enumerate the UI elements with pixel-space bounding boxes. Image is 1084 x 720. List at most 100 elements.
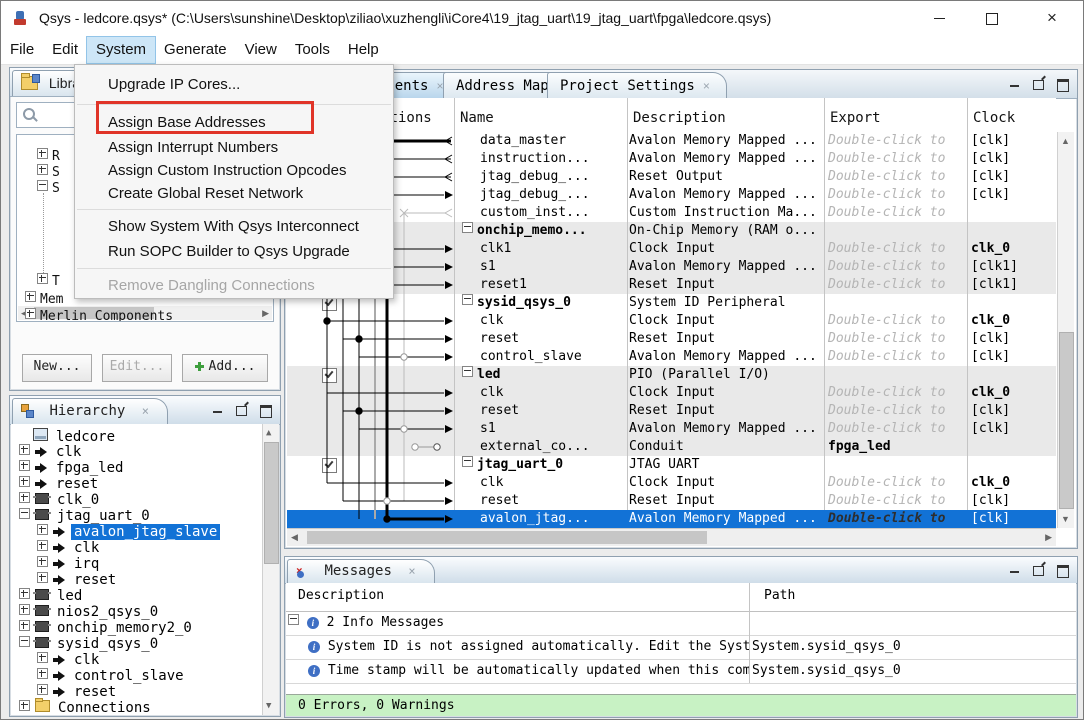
expand-icon[interactable] — [37, 148, 48, 159]
collapse-icon[interactable] — [462, 222, 473, 233]
expand-icon[interactable] — [19, 604, 30, 615]
menu-item-remove-dangling-connections[interactable]: Remove Dangling Connections — [75, 273, 393, 298]
column-header-description[interactable]: Description — [633, 110, 726, 126]
messages-column-description[interactable]: Description — [298, 588, 384, 603]
cell-clock[interactable]: [clk1] — [967, 258, 1056, 276]
cell-clock[interactable] — [967, 204, 1056, 222]
scroll-up-arrow[interactable]: ▲ — [1061, 134, 1070, 148]
collapse-icon[interactable] — [462, 366, 473, 377]
cell-export[interactable]: Double-click to — [824, 276, 969, 294]
close-icon[interactable]: × — [703, 79, 710, 93]
column-header-clock[interactable]: Clock — [973, 110, 1015, 126]
messages-tab[interactable]: Messages × — [287, 559, 435, 583]
scroll-right-arrow[interactable]: ▶ — [1045, 530, 1052, 544]
cell-clock[interactable] — [967, 222, 1056, 240]
hierarchy-item-control_slave[interactable]: control_slave — [37, 668, 187, 684]
cell-export[interactable] — [824, 222, 969, 240]
window-close-button[interactable]: × — [1029, 1, 1075, 35]
cell-clock[interactable]: clk_0 — [967, 240, 1056, 258]
collapse-icon[interactable] — [462, 456, 473, 467]
collapse-icon[interactable] — [19, 636, 30, 647]
column-header-name[interactable]: Name — [460, 110, 494, 126]
cell-export[interactable]: Double-click to — [824, 330, 969, 348]
library-tree-item[interactable]: T — [37, 273, 60, 289]
float-panel-icon[interactable] — [1033, 566, 1044, 576]
expand-icon[interactable] — [37, 652, 48, 663]
collapse-icon[interactable] — [462, 294, 473, 305]
hierarchy-item-jtag_uart_0[interactable]: jtag_uart_0 — [19, 508, 153, 524]
close-icon[interactable]: × — [142, 404, 149, 418]
cell-export[interactable] — [824, 456, 969, 474]
hierarchy-item-sysid_qsys_0[interactable]: sysid_qsys_0 — [19, 636, 161, 652]
window-maximize-button[interactable] — [969, 1, 1015, 35]
menubar-item-file[interactable]: File — [1, 37, 43, 63]
cell-export[interactable]: Double-click to — [824, 168, 969, 186]
minimize-panel-icon[interactable] — [1010, 571, 1019, 573]
float-panel-icon[interactable] — [236, 406, 247, 416]
library-tree-item[interactable]: R — [37, 148, 60, 164]
hierarchy-item-Connections[interactable]: Connections — [19, 700, 154, 715]
cell-clock[interactable]: [clk] — [967, 186, 1056, 204]
cell-clock[interactable]: clk_0 — [967, 474, 1056, 492]
tab-project-settings[interactable]: Project Settings× — [547, 72, 727, 98]
collapse-icon[interactable] — [19, 508, 30, 519]
float-panel-icon[interactable] — [1033, 80, 1044, 90]
window-minimize-button[interactable] — [916, 1, 962, 35]
cell-export[interactable]: Double-click to — [824, 510, 969, 528]
message-row[interactable]: i System ID is not assigned automaticall… — [286, 635, 1076, 660]
cell-export[interactable] — [824, 294, 969, 312]
expand-icon[interactable] — [19, 700, 30, 711]
expand-icon[interactable] — [19, 476, 30, 487]
contents-vertical-scrollbar[interactable]: ▲ ▼ — [1057, 132, 1074, 528]
add-button[interactable]: Add... — [182, 354, 268, 382]
maximize-panel-icon[interactable] — [1057, 79, 1069, 92]
cell-clock[interactable]: [clk] — [967, 150, 1056, 168]
hierarchy-item-nios2_qsys_0[interactable]: nios2_qsys_0 — [19, 604, 161, 620]
cell-clock[interactable]: [clk] — [967, 348, 1056, 366]
expand-icon[interactable] — [37, 668, 48, 679]
menubar-item-help[interactable]: Help — [339, 37, 388, 63]
cell-export[interactable]: Double-click to — [824, 186, 969, 204]
expand-icon[interactable] — [37, 556, 48, 567]
scroll-right-arrow[interactable]: ▶ — [262, 306, 269, 320]
cell-clock[interactable]: clk_0 — [967, 312, 1056, 330]
cell-clock[interactable]: [clk] — [967, 420, 1056, 438]
cell-clock[interactable]: [clk1] — [967, 276, 1056, 294]
expand-icon[interactable] — [19, 444, 30, 455]
maximize-panel-icon[interactable] — [260, 405, 272, 418]
menu-item-create-global-reset-network[interactable]: Create Global Reset Network — [75, 182, 393, 205]
hierarchy-item-fpga_led[interactable]: fpga_led — [19, 460, 126, 476]
hierarchy-item-reset[interactable]: reset — [37, 572, 119, 588]
cell-export[interactable]: Double-click to — [824, 492, 969, 510]
cell-export[interactable]: Double-click to — [824, 384, 969, 402]
new-button[interactable]: New... — [22, 354, 92, 382]
cell-export[interactable]: Double-click to — [824, 204, 969, 222]
cell-clock[interactable] — [967, 438, 1056, 456]
hierarchy-item-onchip_memory2_0[interactable]: onchip_memory2_0 — [19, 620, 195, 636]
messages-group-row[interactable]: i 2 Info Messages — [286, 611, 1076, 636]
library-tree-item[interactable]: Mem — [25, 291, 63, 307]
cell-clock[interactable] — [967, 294, 1056, 312]
messages-column-path[interactable]: Path — [764, 588, 795, 603]
cell-clock[interactable]: [clk] — [967, 492, 1056, 510]
menu-item-assign-interrupt-numbers[interactable]: Assign Interrupt Numbers — [75, 136, 393, 159]
hierarchy-item-reset[interactable]: reset — [37, 684, 119, 700]
menubar-item-tools[interactable]: Tools — [286, 37, 339, 63]
hierarchy-item-ledcore[interactable]: ledcore — [17, 428, 118, 444]
cell-clock[interactable]: [clk] — [967, 402, 1056, 420]
cell-clock[interactable]: clk_0 — [967, 384, 1056, 402]
hierarchy-item-clk[interactable]: clk — [37, 540, 102, 556]
hierarchy-item-reset[interactable]: reset — [19, 476, 101, 492]
hierarchy-item-clk[interactable]: clk — [19, 444, 84, 460]
cell-export[interactable]: Double-click to — [824, 420, 969, 438]
menubar-item-system[interactable]: System — [87, 37, 155, 63]
menu-item-upgrade-ip-cores[interactable]: Upgrade IP Cores... — [75, 70, 393, 100]
cell-export[interactable] — [824, 366, 969, 384]
collapse-icon[interactable] — [288, 614, 299, 625]
scrollbar-thumb[interactable] — [1059, 332, 1074, 509]
library-tree-item[interactable]: S — [37, 164, 60, 180]
menu-item-assign-custom-instruction-opcodes[interactable]: Assign Custom Instruction Opcodes — [75, 159, 393, 182]
message-row[interactable]: i Time stamp will be automatically updat… — [286, 659, 1076, 684]
expand-icon[interactable] — [37, 572, 48, 583]
hierarchy-tab[interactable]: Hierarchy × — [12, 398, 168, 424]
